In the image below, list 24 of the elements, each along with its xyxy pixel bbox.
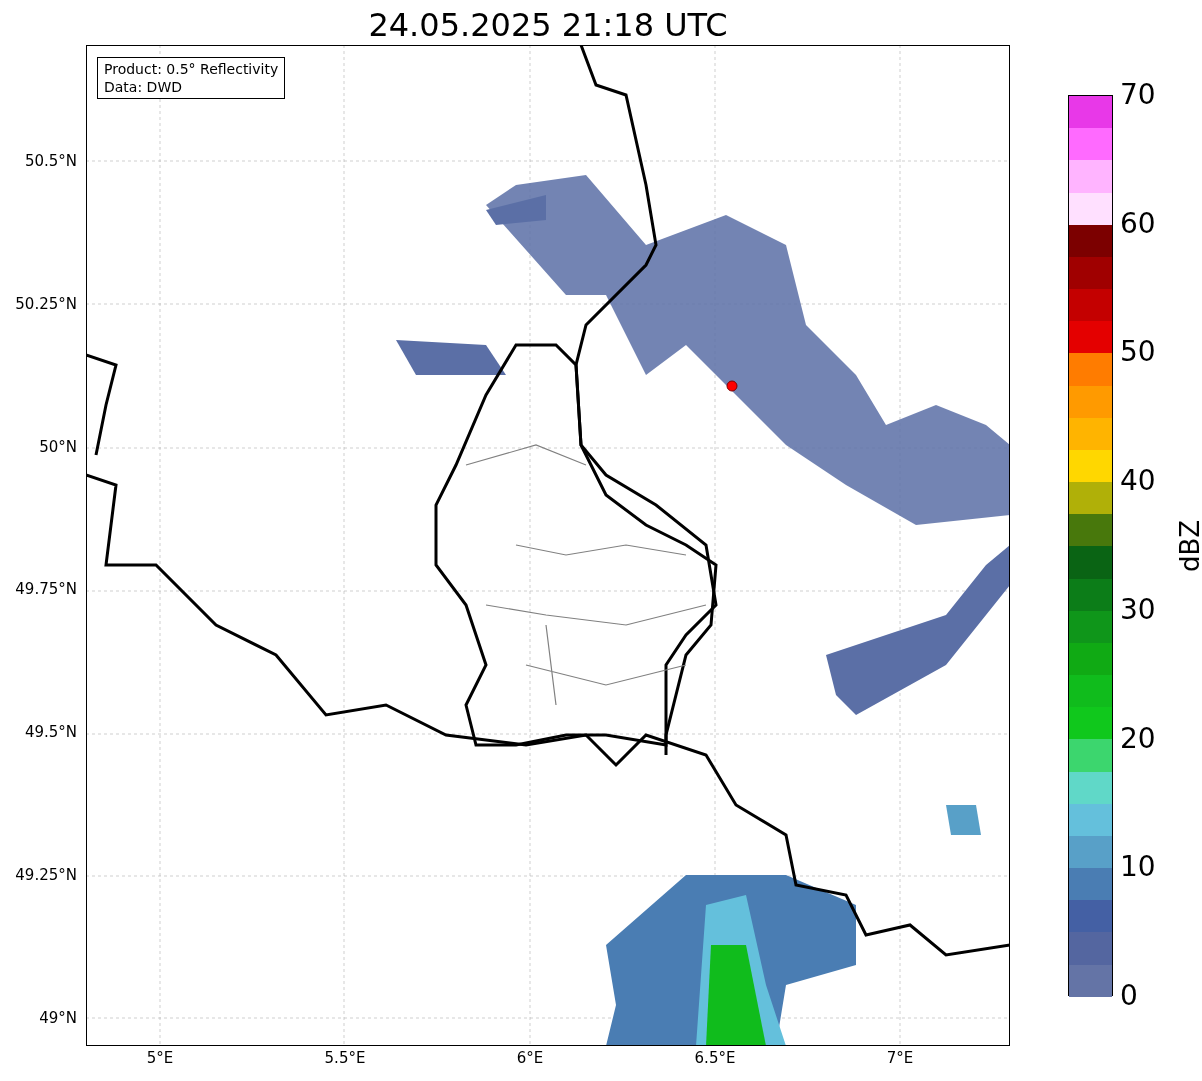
colorbar-tick-label: 50 [1120,336,1156,369]
chart-title: 24.05.2025 21:18 UTC [367,5,729,45]
colorbar-tick-label: 30 [1120,593,1156,626]
longitude-label: 7°E [885,1049,915,1067]
colorbar-tick-label: 70 [1120,79,1156,111]
latitude-label: 50.5°N [24,152,77,170]
colorbar-tick-label: 40 [1120,465,1156,498]
latitude-label: 49.75°N [15,580,77,599]
latitude-label: 49.5°N [24,723,77,742]
longitude-label: 5.5°E [323,1049,367,1067]
latitude-label: 50.25°N [15,294,77,313]
colorbar-tick-label: 10 [1120,851,1156,884]
colorbar-tick-label: 20 [1120,722,1156,755]
colorbar-tick-label: 60 [1120,207,1156,240]
longitude-label: 5°E [145,1049,175,1067]
latitude-label: 50°N [39,437,77,456]
longitude-label: 6°E [515,1049,545,1067]
latitude-label: 49°N [39,1008,77,1027]
longitude-label: 6.5°E [693,1049,737,1067]
colorbar-label: dBZ [1175,519,1202,573]
latitude-label: 49.25°N [15,866,77,884]
legend-text: Data: DWD [104,78,183,96]
colorbar-tick-label: 0 [1120,980,1138,1012]
legend-text: Product: 0.5° Reflectivity [104,60,279,78]
